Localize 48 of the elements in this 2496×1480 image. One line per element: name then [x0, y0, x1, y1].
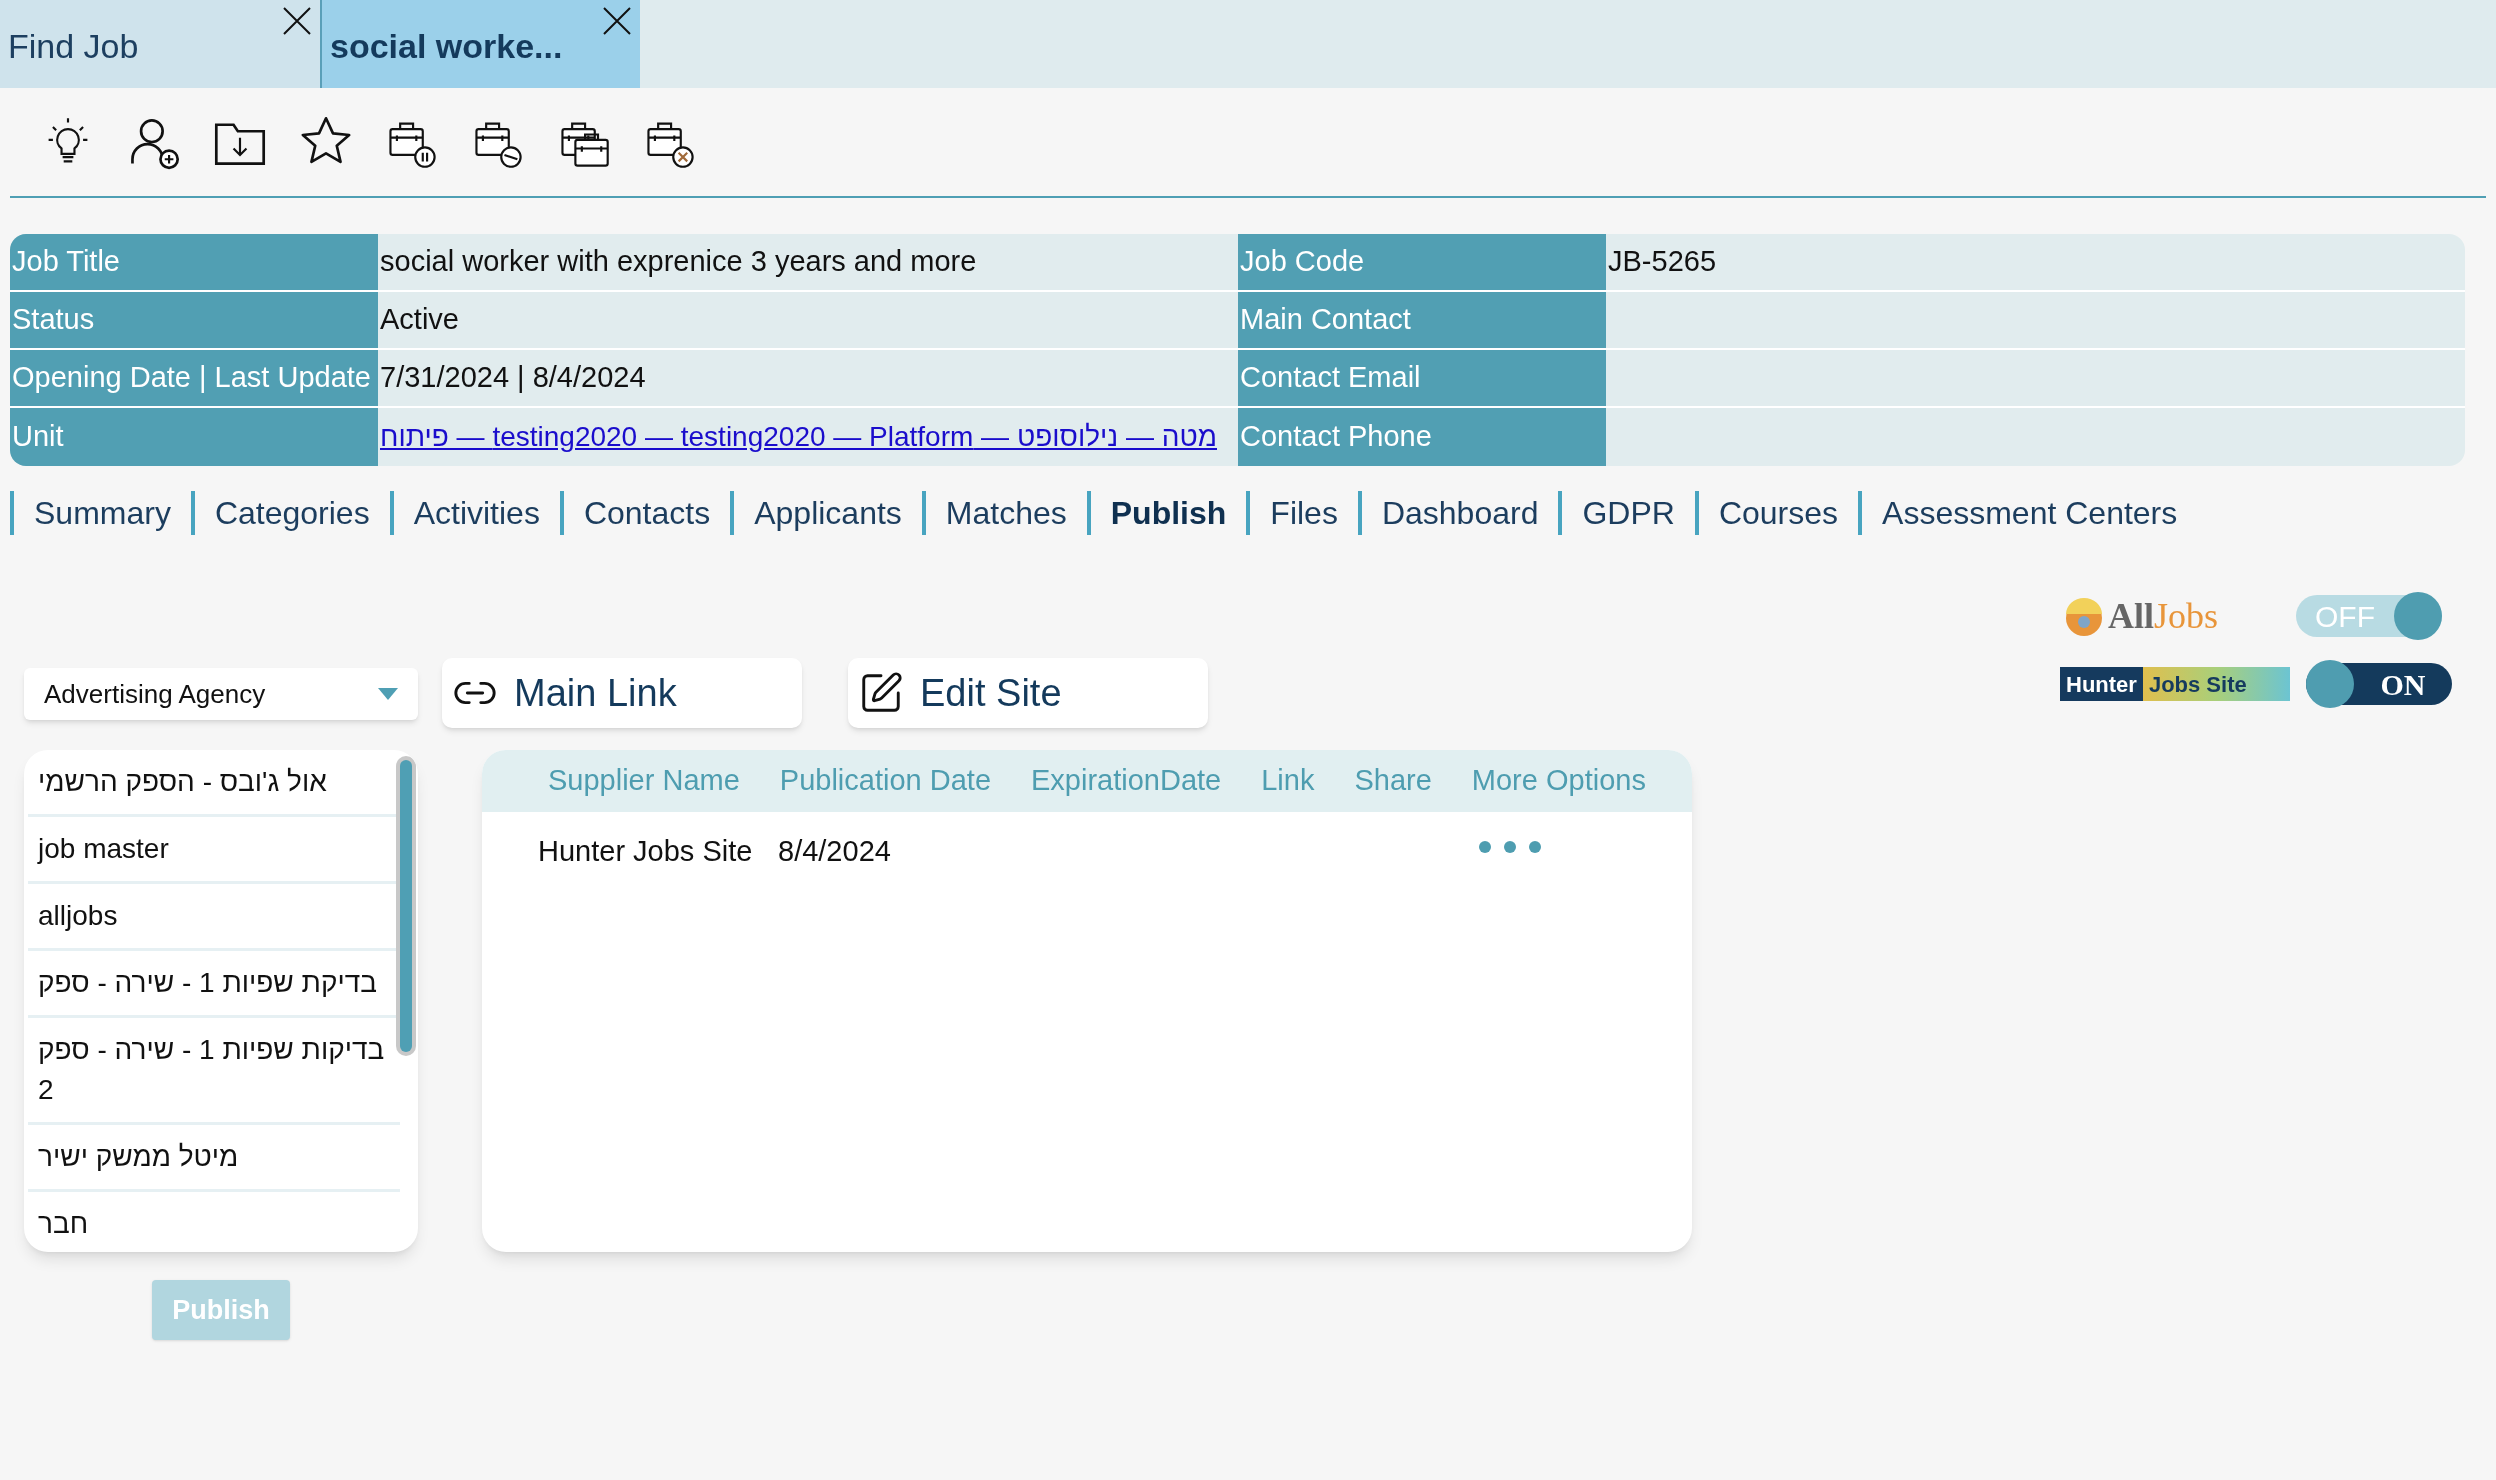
column-header: Publication Date	[779, 763, 991, 799]
field-value: social worker with exprenice 3 years and more	[380, 244, 977, 280]
nav-tab[interactable]: Files	[1250, 489, 1358, 537]
nav-tab[interactable]: Categories	[194, 489, 390, 537]
nav-tab[interactable]: Activities	[393, 489, 560, 537]
more-options-icon[interactable]	[1478, 840, 1542, 854]
main-link-button[interactable]: Main Link	[442, 658, 802, 728]
field-label: Contact Email	[1238, 350, 1606, 406]
nav-tab[interactable]: Contacts	[563, 489, 731, 537]
field-label: Status	[10, 292, 378, 348]
alljobs-logo: AllJobs	[2060, 589, 2280, 643]
nav-tab[interactable]: GDPR	[1562, 489, 1695, 537]
field-value: 7/31/2024 | 8/4/2024	[380, 360, 646, 396]
field-value: JB-5265	[1608, 244, 1716, 280]
nav-tab[interactable]: Courses	[1698, 489, 1859, 537]
nav-tab[interactable]: Assessment Centers	[1862, 489, 2198, 537]
table-cell-text: Hunter Jobs Site	[538, 834, 754, 870]
field-label: Unit	[10, 408, 378, 466]
column-header: ExpirationDate	[1031, 763, 1222, 799]
tab[interactable]: Find Job	[0, 0, 320, 88]
supplier-item[interactable]: מיטל ממשק ישיר	[28, 1125, 400, 1192]
nav-tab[interactable]: Matches	[925, 489, 1087, 537]
close-icon[interactable]	[282, 6, 312, 36]
field-label: Job Title	[10, 234, 378, 290]
hunter-logo: Hunter Jobs Site	[2060, 667, 2290, 701]
nav-tab[interactable]: Applicants	[734, 489, 922, 537]
tab[interactable]: social worke...	[320, 0, 640, 88]
column-header: More Options	[1471, 763, 1646, 799]
field-label: Job Code	[1238, 234, 1606, 290]
agency-dropdown[interactable]: Advertising Agency	[24, 668, 418, 720]
table-cell-text: 8/4/2024	[778, 834, 892, 870]
scrollbar[interactable]	[396, 756, 416, 1056]
nav-tab[interactable]: Summary	[14, 489, 191, 537]
field-label: Opening Date | Last Update	[10, 350, 378, 406]
unit-link[interactable]: מטה — נילוסופט — testing2020 — testing2020 — Platform — פיתוח	[380, 416, 1217, 458]
column-header: Share	[1354, 763, 1432, 799]
nav-tab[interactable]: Publish	[1090, 489, 1247, 537]
field-label: Contact Phone	[1238, 408, 1606, 466]
caret-icon	[378, 688, 398, 700]
field-value: Active	[380, 302, 459, 338]
edit-site-button[interactable]: Edit Site	[848, 658, 1208, 728]
column-header: Supplier Name	[548, 763, 740, 799]
toggle-switch[interactable]: ON	[2306, 663, 2452, 705]
field-label: Main Contact	[1238, 292, 1606, 348]
close-icon[interactable]	[602, 6, 632, 36]
column-header: Link	[1261, 763, 1315, 799]
supplier-item[interactable]: חבר	[28, 1192, 400, 1252]
nav-tab[interactable]: Dashboard	[1361, 489, 1559, 537]
